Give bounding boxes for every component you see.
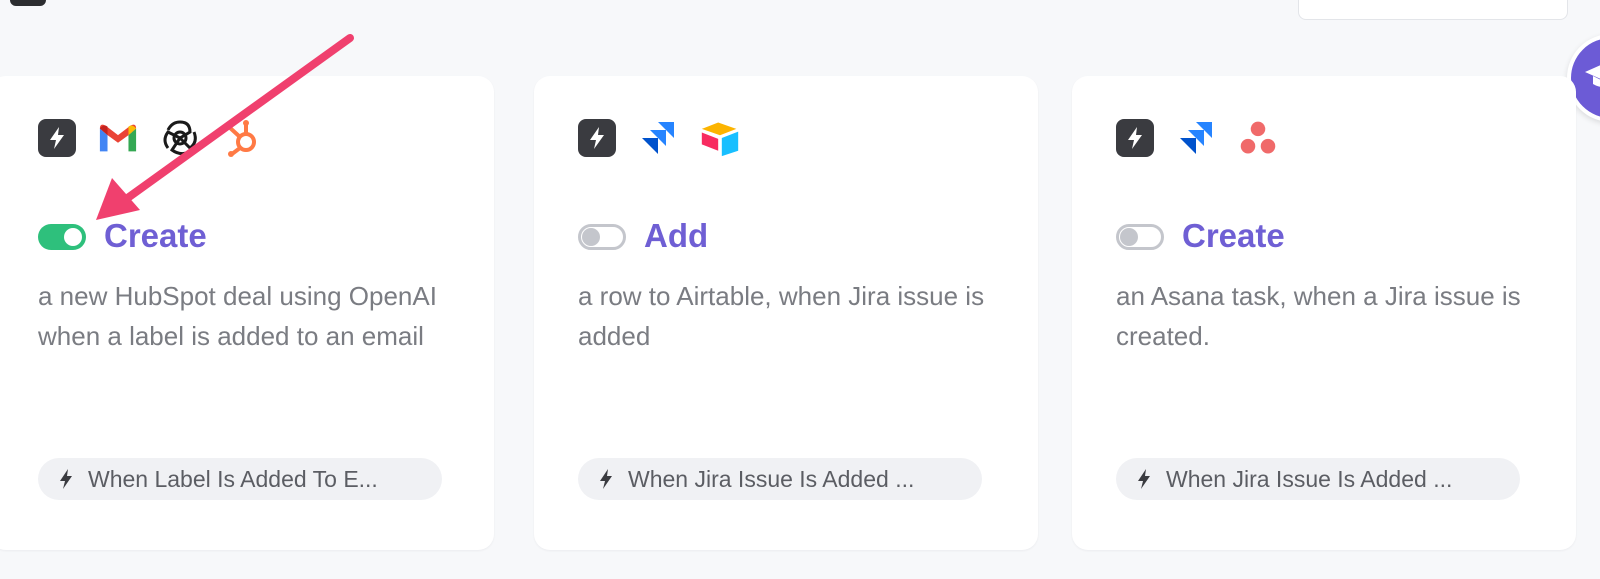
action-title[interactable]: Add [644,216,708,256]
automation-description: a row to Airtable, when Jira issue is ad… [578,281,985,351]
app-icons [38,118,262,158]
trigger-label: When Jira Issue Is Added ... [1166,465,1453,492]
enable-toggle[interactable] [578,224,626,250]
enable-toggle[interactable] [38,224,86,250]
action-title[interactable]: Create [104,216,207,256]
toggle-knob [1120,228,1138,246]
toggle-knob [64,228,82,246]
gmail-icon [98,118,138,158]
openai-icon [160,118,200,158]
enable-toggle[interactable] [1116,224,1164,250]
jira-icon [1176,118,1216,158]
jira-icon [638,118,678,158]
trigger-pill[interactable]: When Jira Issue Is Added ... [578,458,982,500]
graduation-cap-icon [1585,65,1600,87]
lightning-icon [1116,119,1154,157]
search-input[interactable] [1298,0,1568,20]
trigger-pill[interactable]: When Label Is Added To E... [38,458,442,500]
lightning-icon [60,469,72,489]
toggle-knob [582,228,600,246]
lightning-icon [38,119,76,157]
trigger-pill[interactable]: When Jira Issue Is Added ... [1116,458,1520,500]
header-icon [10,0,46,6]
trigger-label: When Jira Issue Is Added ... [628,465,915,492]
app-icons [1116,118,1278,158]
action-title[interactable]: Create [1182,216,1285,256]
automation-description: an Asana task, when a Jira issue is crea… [1116,281,1521,351]
asana-icon [1238,118,1278,158]
lightning-icon [1138,469,1150,489]
lightning-icon [578,119,616,157]
automation-description: a new HubSpot deal using OpenAI when a l… [38,281,437,351]
app-icons [578,118,740,158]
hubspot-icon [222,118,262,158]
trigger-label: When Label Is Added To E... [88,465,378,492]
lightning-icon [600,469,612,489]
airtable-icon [700,118,740,158]
